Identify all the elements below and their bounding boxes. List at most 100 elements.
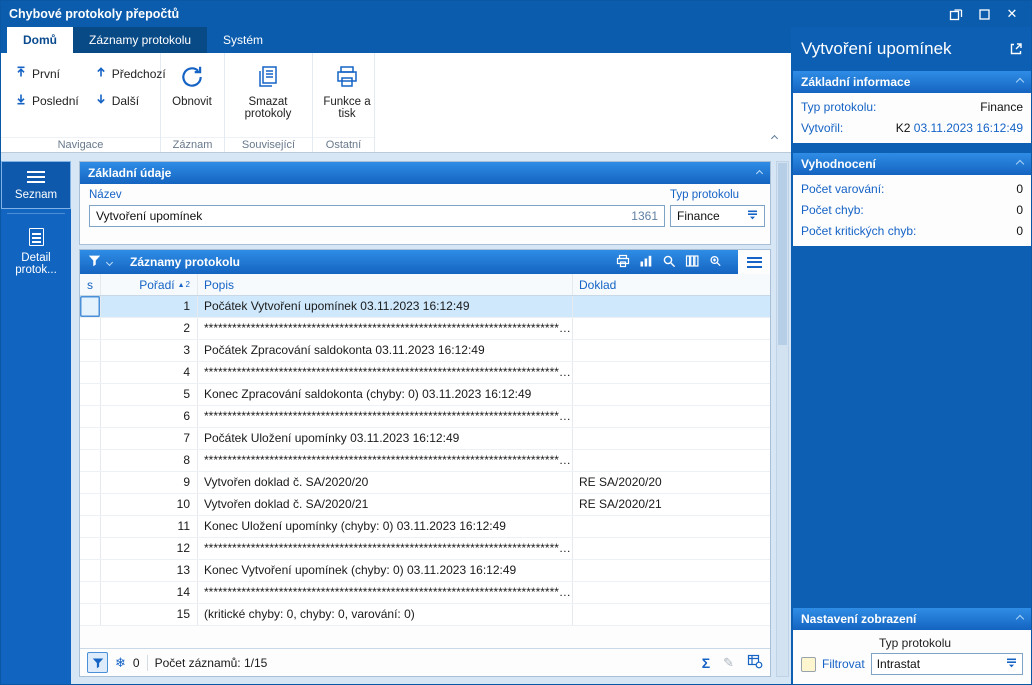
maximize-icon[interactable] xyxy=(973,5,995,23)
row-order-cell: 14 xyxy=(101,582,198,603)
close-icon[interactable]: ✕ xyxy=(1001,5,1023,23)
chart-icon[interactable] xyxy=(639,254,653,271)
view-settings-icon[interactable] xyxy=(708,254,722,271)
detail-panel-header: Vytvoření upomínek xyxy=(791,27,1031,71)
table-row[interactable]: 14 *************************************… xyxy=(80,582,770,604)
refresh-button[interactable]: Obnovit xyxy=(169,59,215,108)
next-record-button[interactable]: Další xyxy=(91,92,170,109)
table-row[interactable]: 7 Počátek Uložení upomínky 03.11.2023 16… xyxy=(80,428,770,450)
filter-checkbox[interactable] xyxy=(801,656,816,672)
vertical-scrollbar[interactable] xyxy=(776,161,789,677)
collapse-section-icon[interactable] xyxy=(1015,159,1025,169)
tab-protocol-records[interactable]: Záznamy protokolu xyxy=(73,27,208,53)
table-row[interactable]: 5 Konec Zpracování saldokonta (chyby: 0)… xyxy=(80,384,770,406)
table-row[interactable]: 8 **************************************… xyxy=(80,450,770,472)
row-description-cell: ****************************************… xyxy=(198,362,573,383)
frozen-count: 0 xyxy=(132,655,140,670)
last-record-button[interactable]: Poslední xyxy=(11,92,83,109)
row-select-cell[interactable] xyxy=(80,560,101,581)
row-document-cell xyxy=(573,604,770,625)
row-select-cell[interactable] xyxy=(80,340,101,361)
tab-system[interactable]: Systém xyxy=(207,27,279,53)
row-select-cell[interactable] xyxy=(80,296,101,317)
table-row[interactable]: 10 Vytvořen doklad č. SA/2020/21 RE SA/2… xyxy=(80,494,770,516)
table-row[interactable]: 4 **************************************… xyxy=(80,362,770,384)
previous-record-button[interactable]: Předchozí xyxy=(91,65,170,82)
row-document-cell xyxy=(573,560,770,581)
first-record-button[interactable]: První xyxy=(11,65,83,82)
collapse-ribbon-icon[interactable] xyxy=(770,130,779,144)
row-order-cell: 2 xyxy=(101,318,198,339)
basic-info-header: Základní informace xyxy=(793,71,1031,93)
row-select-cell[interactable] xyxy=(80,538,101,559)
table-row[interactable]: 15 (kritické chyby: 0, chyby: 0, varován… xyxy=(80,604,770,626)
row-document-cell xyxy=(573,450,770,471)
row-order-cell: 6 xyxy=(101,406,198,427)
arrow-down-icon xyxy=(95,93,107,108)
column-header-document[interactable]: Doklad xyxy=(573,274,770,295)
freeze-icon[interactable]: ❄ xyxy=(115,655,126,671)
search-icon[interactable] xyxy=(662,254,676,271)
ribbon-group-other: Funkce a tisk Ostatní xyxy=(313,53,375,152)
display-protocol-type-select[interactable]: Intrastat xyxy=(870,653,1023,675)
row-select-cell[interactable] xyxy=(80,318,101,339)
row-select-cell[interactable] xyxy=(80,362,101,383)
app-window: Chybové protokoly přepočtů ✕ Domů Záznam… xyxy=(0,0,1032,685)
group-label-related: Související xyxy=(225,137,312,151)
filter-toggle-button[interactable] xyxy=(87,652,108,673)
row-select-cell[interactable] xyxy=(80,406,101,427)
column-header-order[interactable]: Pořadí ▲2 xyxy=(101,274,198,295)
row-order-cell: 8 xyxy=(101,450,198,471)
collapse-section-icon[interactable] xyxy=(1015,77,1025,87)
table-row[interactable]: 3 Počátek Zpracování saldokonta 03.11.20… xyxy=(80,340,770,362)
basic-data-panel: Základní údaje Název Typ protokolu Vytvo… xyxy=(79,161,771,245)
row-order-cell: 10 xyxy=(101,494,198,515)
sidebar-item-list[interactable]: Seznam xyxy=(1,161,71,209)
grid-menu-icon[interactable] xyxy=(746,254,762,270)
open-in-window-icon[interactable] xyxy=(1009,42,1023,56)
row-order-cell: 15 xyxy=(101,604,198,625)
row-select-cell[interactable] xyxy=(80,604,101,625)
table-row[interactable]: 13 Konec Vytvoření upomínek (chyby: 0) 0… xyxy=(80,560,770,582)
document-detail-icon xyxy=(28,228,44,246)
scrollbar-thumb[interactable] xyxy=(778,163,787,345)
row-order-cell: 7 xyxy=(101,428,198,449)
table-row[interactable]: 6 **************************************… xyxy=(80,406,770,428)
chevron-down-icon[interactable] xyxy=(105,258,114,266)
collapse-section-icon[interactable] xyxy=(1015,614,1025,624)
row-select-cell[interactable] xyxy=(80,472,101,493)
functions-print-button[interactable]: Funkce a tisk xyxy=(321,59,373,120)
ribbon-group-record: Obnovit Záznam xyxy=(161,53,225,152)
table-row[interactable]: 2 **************************************… xyxy=(80,318,770,340)
printer-icon xyxy=(334,64,360,93)
row-select-cell[interactable] xyxy=(80,582,101,603)
column-header-description[interactable]: Popis xyxy=(198,274,573,295)
row-select-cell[interactable] xyxy=(80,494,101,515)
column-header-select[interactable]: s xyxy=(80,274,101,295)
row-select-cell[interactable] xyxy=(80,450,101,471)
table-settings-icon[interactable] xyxy=(747,653,763,672)
table-row[interactable]: 11 Konec Uložení upomínky (chyby: 0) 03.… xyxy=(80,516,770,538)
row-select-cell[interactable] xyxy=(80,516,101,537)
columns-icon[interactable] xyxy=(685,254,699,271)
table-row[interactable]: 1 Počátek Vytvoření upomínek 03.11.2023 … xyxy=(80,296,770,318)
sidebar-item-detail[interactable]: Detail protok... xyxy=(1,218,71,284)
table-row[interactable]: 12 *************************************… xyxy=(80,538,770,560)
name-input[interactable]: Vytvoření upomínek 1361 xyxy=(89,205,665,227)
row-order-cell: 13 xyxy=(101,560,198,581)
protocol-type-label: Typ protokolu xyxy=(670,189,740,201)
protocol-type-select[interactable]: Finance xyxy=(670,205,765,227)
row-select-cell[interactable] xyxy=(80,384,101,405)
row-description-cell: ****************************************… xyxy=(198,582,573,603)
tab-home[interactable]: Domů xyxy=(7,27,73,53)
dock-panel-icon[interactable] xyxy=(945,5,967,23)
row-select-cell[interactable] xyxy=(80,428,101,449)
collapse-section-icon[interactable] xyxy=(755,169,764,177)
delete-protocols-button[interactable]: Smazat protokoly xyxy=(233,59,303,120)
evaluation-header: Vyhodnocení xyxy=(793,153,1031,175)
print-icon[interactable] xyxy=(616,254,630,271)
table-row[interactable]: 9 Vytvořen doklad č. SA/2020/20 RE SA/20… xyxy=(80,472,770,494)
sum-icon[interactable]: Σ xyxy=(702,655,710,671)
edit-icon[interactable]: ✎ xyxy=(723,655,734,671)
filter-icon[interactable] xyxy=(88,254,101,270)
